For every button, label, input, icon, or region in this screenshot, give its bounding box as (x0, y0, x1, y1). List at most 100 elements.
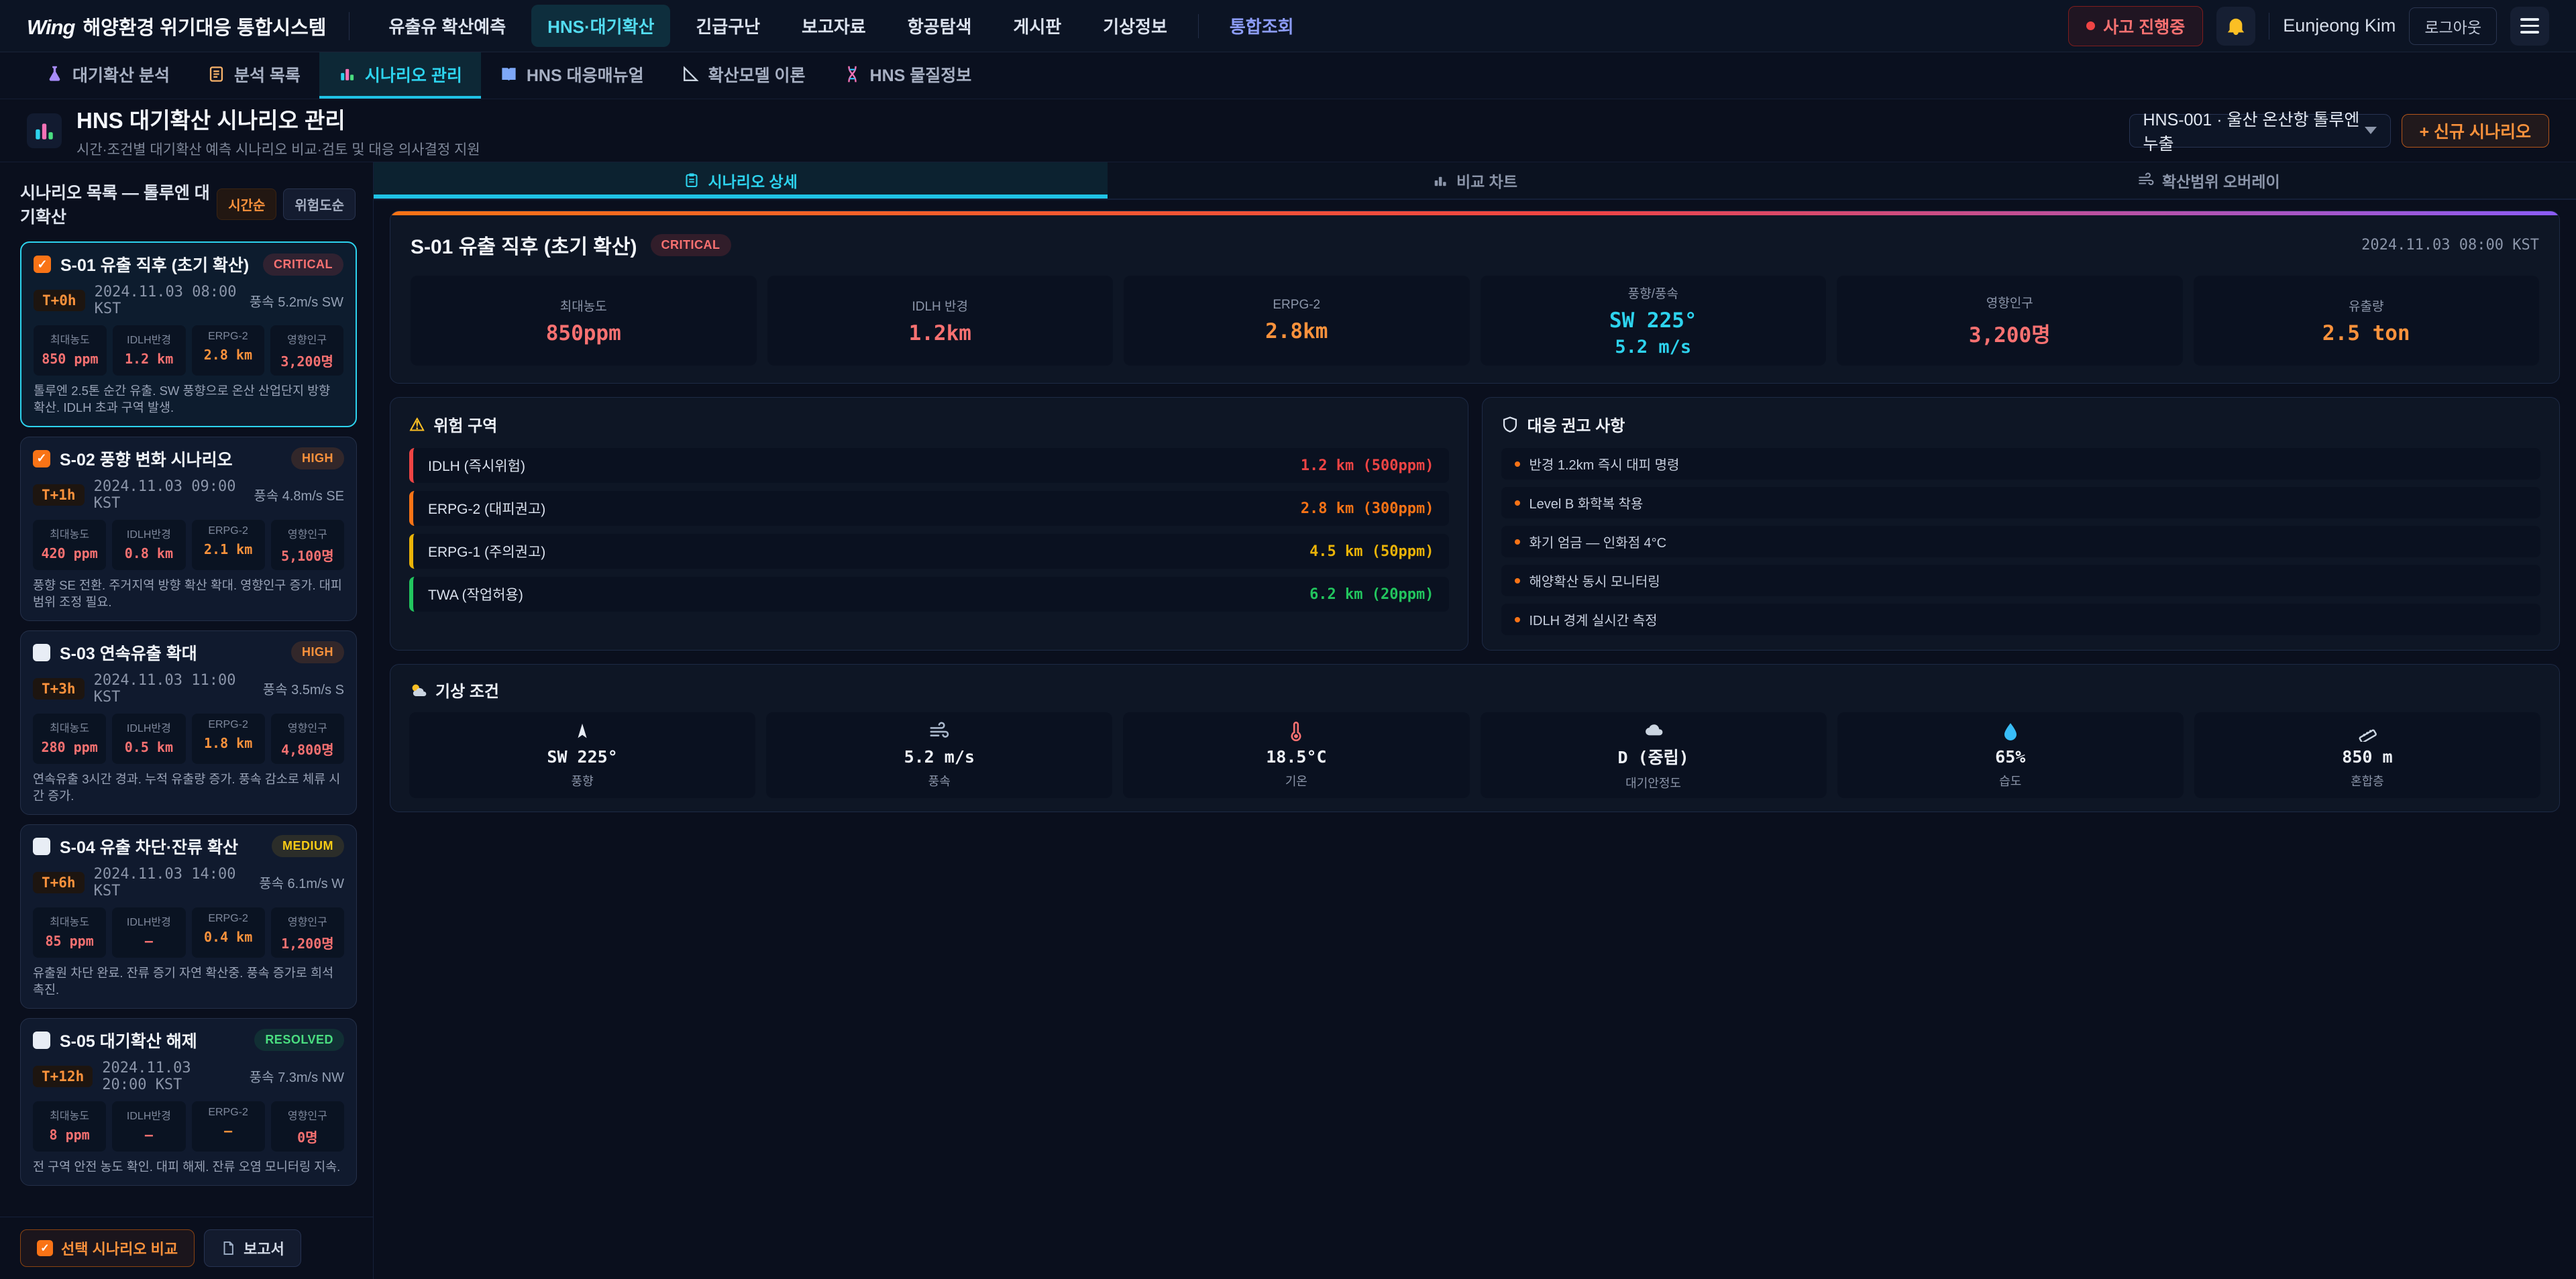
weather-card: SW 225° 풍향 (409, 712, 755, 798)
new-scenario-button[interactable]: + 신규 시나리오 (2402, 114, 2550, 148)
scenario-checkbox[interactable] (33, 1032, 50, 1049)
warning-icon: ⚠ (409, 416, 425, 433)
scenario-sidebar: 시나리오 목록 — 톨루엔 대기확산 시간순 위험도순 ✓ S-01 유출 직후… (0, 162, 374, 1279)
compare-scenarios-button[interactable]: ✓ 선택 시나리오 비교 (20, 1229, 195, 1267)
weather-label: 풍향 (572, 772, 594, 789)
menu-button[interactable] (2510, 7, 2549, 46)
weather-value: D (중립) (1617, 744, 1688, 769)
recommendation-text: Level B 화학복 착용 (1529, 493, 1644, 512)
stat-box: 최대농도85 ppm (33, 907, 106, 958)
section-tab-label: HNS 물질정보 (870, 62, 972, 87)
sort-by-risk-button[interactable]: 위험도순 (283, 188, 356, 220)
detail-tab[interactable]: 시나리오 상세 (374, 162, 1108, 199)
main-menu-item-7[interactable]: 기상정보 (1087, 5, 1183, 47)
scenario-wind: 풍속 6.1m/s W (259, 873, 344, 892)
detail-stat-card: ERPG-2 2.8km (1124, 276, 1470, 366)
main-menu-item-8[interactable]: 통합조회 (1214, 5, 1310, 47)
weather-cards: SW 225° 풍향 5.2 m/s 풍속 18.5°C 기온 D (중립) 대… (409, 712, 2540, 798)
main-menu-item-5[interactable]: 항공탐색 (892, 5, 988, 47)
stat-box: ERPG-21.8 km (192, 714, 265, 764)
time-offset-badge: T+12h (33, 1066, 93, 1087)
section-tab[interactable]: 확산모델 이론 (663, 52, 824, 99)
weather-value: 65% (1995, 747, 2025, 767)
report-button[interactable]: 보고서 (204, 1229, 301, 1267)
nav-divider (349, 12, 350, 40)
notifications-button[interactable] (2216, 7, 2255, 46)
hamburger-icon (2520, 18, 2539, 34)
detail-stat-label: 최대농도 (560, 296, 607, 315)
detail-tab-icon (684, 172, 700, 188)
menu-item-label: 보고자료 (802, 17, 866, 37)
recommendation-text: 해양확산 동시 모니터링 (1529, 571, 1660, 590)
bullet-icon (1515, 617, 1520, 622)
section-tab[interactable]: HNS 물질정보 (824, 52, 991, 99)
bullet-icon (1515, 539, 1520, 545)
main-menu-item-2[interactable]: HNS·대기확산 (531, 5, 670, 47)
scenario-checkbox[interactable] (33, 644, 50, 661)
detail-tab[interactable]: 비교 차트 (1108, 162, 1841, 199)
scenario-card-s05[interactable]: S-05 대기확산 해제 RESOLVED T+12h 2024.11.03 2… (20, 1018, 357, 1186)
danger-zone-row: ERPG-2 (대피권고) 2.8 km (300ppm) (409, 491, 1449, 526)
weather-panel: 기상 조건 SW 225° 풍향 5.2 m/s 풍속 18.5°C 기온 D … (390, 664, 2560, 812)
scenario-card-s02[interactable]: ✓ S-02 풍향 변화 시나리오 HIGH T+1h 2024.11.03 0… (20, 437, 357, 621)
severity-badge: RESOLVED (254, 1029, 344, 1051)
page-title-block: HNS 대기확산 시나리오 관리 시간·조건별 대기확산 예측 시나리오 비교·… (76, 103, 480, 159)
stat-box: 영향인구1,200명 (271, 907, 344, 958)
detail-tab[interactable]: 확산범위 오버레이 (1842, 162, 2576, 199)
recommendation-text: 화기 엄금 — 인화점 4°C (1529, 532, 1667, 551)
section-tab[interactable]: 시나리오 관리 (319, 52, 481, 99)
scenario-wind: 풍속 4.8m/s SE (254, 485, 344, 504)
detail-tab-label: 시나리오 상세 (708, 169, 797, 192)
weather-card-icon (1286, 722, 1306, 742)
user-name: Eunjeong Kim (2283, 15, 2396, 36)
scenario-list: ✓ S-01 유출 직후 (초기 확산) CRITICAL T+0h 2024.… (0, 239, 373, 1217)
scenario-checkbox[interactable] (33, 838, 50, 855)
scenario-datetime: 2024.11.03 08:00 KST (95, 284, 240, 317)
stat-box: ERPG-2— (192, 1101, 265, 1152)
weather-title: 기상 조건 (435, 678, 499, 702)
detail-stat-label: 유출량 (2349, 296, 2383, 315)
section-tab-label: 분석 목록 (234, 62, 301, 87)
scenario-wind: 풍속 7.3m/s NW (250, 1066, 344, 1086)
status-dot-icon (2086, 21, 2095, 30)
main-menu-item-3[interactable]: 긴급구난 (680, 5, 776, 47)
scenario-checkbox[interactable]: ✓ (33, 450, 50, 467)
stat-box: 영향인구4,800명 (271, 714, 344, 764)
recommendation-row: IDLH 경계 실시간 측정 (1501, 604, 2541, 635)
scenario-card-s04[interactable]: S-04 유출 차단·잔류 확산 MEDIUM T+6h 2024.11.03 … (20, 824, 357, 1009)
danger-zone-row: IDLH (즉시위험) 1.2 km (500ppm) (409, 448, 1449, 483)
incident-select[interactable]: HNS-001 · 울산 온산항 톨루엔 누출 (2129, 114, 2391, 148)
scenario-checkbox[interactable]: ✓ (34, 256, 51, 273)
sidebar-title: 시나리오 목록 — 톨루엔 대기확산 (20, 180, 210, 228)
detail-header: S-01 유출 직후 (초기 확산) CRITICAL 2024.11.03 0… (411, 230, 2539, 260)
weather-value: SW 225° (547, 747, 617, 767)
detail-stats: 최대농도 850ppm IDLH 반경 1.2km ERPG-2 2.8km 풍… (411, 276, 2539, 366)
time-offset-badge: T+6h (33, 872, 85, 893)
detail-stat-value-2: 5.2 m/s (1615, 337, 1691, 357)
main-panel: 시나리오 상세 비교 차트 확산범위 오버레이 S-01 유출 직후 (초기 확… (374, 162, 2576, 1279)
logo-wing-mark: Wing (27, 15, 74, 40)
time-offset-badge: T+3h (33, 678, 85, 700)
weather-card-icon (929, 722, 949, 742)
scenario-card-s01[interactable]: ✓ S-01 유출 직후 (초기 확산) CRITICAL T+0h 2024.… (20, 241, 357, 427)
main-menu-item-1[interactable]: 유출유 확산예측 (372, 5, 522, 47)
section-tab[interactable]: 대기확산 분석 (27, 52, 189, 99)
section-tab[interactable]: HNS 대응매뉴얼 (481, 52, 663, 99)
weather-card: 65% 습도 (1837, 712, 2184, 798)
stat-box: ERPG-20.4 km (192, 907, 265, 958)
main-menu-item-4[interactable]: 보고자료 (786, 5, 882, 47)
weather-card: 18.5°C 기온 (1123, 712, 1469, 798)
main-menu-item-6[interactable]: 게시판 (997, 5, 1077, 47)
section-tab[interactable]: 분석 목록 (189, 52, 319, 99)
stat-box: ERPG-22.1 km (192, 520, 265, 570)
sort-by-time-button[interactable]: 시간순 (217, 188, 276, 220)
scenario-card-s03[interactable]: S-03 연속유출 확대 HIGH T+3h 2024.11.03 11:00 … (20, 630, 357, 815)
logout-button[interactable]: 로그아웃 (2409, 7, 2497, 45)
compare-label: 선택 시나리오 비교 (61, 1237, 178, 1259)
scenario-description: 전 구역 안전 농도 확인. 대피 해제. 잔류 오염 모니터링 지속. (33, 1159, 344, 1176)
detail-datetime: 2024.11.03 08:00 KST (2361, 237, 2539, 254)
time-offset-badge: T+0h (34, 290, 85, 311)
recommendation-row: 화기 엄금 — 인화점 4°C (1501, 526, 2541, 557)
weather-card-icon (2357, 722, 2377, 742)
section-tab-label: 확산모델 이론 (708, 62, 806, 87)
